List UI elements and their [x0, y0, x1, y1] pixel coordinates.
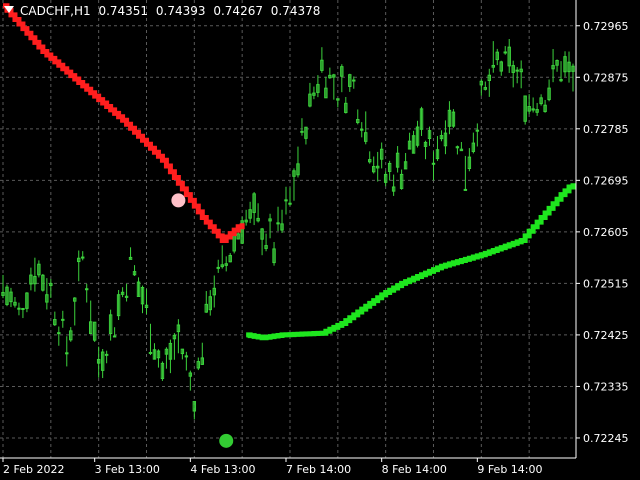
candle-body	[352, 79, 356, 82]
x-tick-label: 2 Feb 2022	[3, 463, 64, 476]
candle-body	[21, 307, 25, 310]
y-tick-label: 0.72605	[583, 226, 629, 239]
chart-background	[0, 0, 640, 480]
symbol-label: CADCHF,H1	[20, 4, 91, 18]
x-tick-label: 8 Feb 14:00	[382, 463, 447, 476]
candle-body	[65, 352, 69, 355]
candle-body	[360, 128, 364, 131]
chart-header: CADCHF,H1 0.74351 0.74393 0.74267 0.7437…	[4, 4, 324, 18]
candle-body	[276, 222, 280, 225]
x-tick-label: 7 Feb 14:00	[286, 463, 351, 476]
chevron-down-icon[interactable]	[4, 6, 14, 13]
candle-body	[503, 51, 507, 54]
candle-body	[104, 353, 109, 356]
buy-signal-dot	[219, 433, 234, 448]
low-price: 0.74267	[213, 4, 263, 18]
candle-body	[148, 351, 153, 354]
candle-body	[300, 130, 304, 133]
y-tick-label: 0.72875	[583, 71, 629, 84]
y-tick-label: 0.72695	[583, 174, 629, 187]
candle-body	[112, 335, 117, 338]
candle-body	[475, 129, 480, 132]
candle-body	[515, 69, 519, 72]
candle-body	[57, 332, 61, 335]
sell-signal-dot	[171, 193, 186, 208]
y-tick-label: 0.72335	[583, 380, 629, 393]
close-price: 0.74378	[270, 4, 321, 18]
y-tick-label: 0.72425	[583, 329, 629, 342]
y-tick-label: 0.72965	[583, 20, 629, 33]
candle-body	[463, 188, 468, 191]
price-chart[interactable]: 0.72965 0.72875 0.72785 0.72695 0.72605 0.725…	[0, 0, 640, 480]
candle-body	[431, 162, 436, 165]
candle-body	[61, 318, 65, 321]
candle-body	[85, 288, 89, 291]
x-tick-label: 9 Feb 14:00	[477, 463, 542, 476]
candle-body	[17, 307, 21, 310]
y-tick-label: 0.72245	[583, 432, 629, 445]
candle-body	[284, 199, 288, 202]
candle-body	[81, 256, 85, 259]
open-price: 0.74351	[98, 4, 149, 18]
x-tick-label: 3 Feb 13:00	[95, 463, 160, 476]
high-price: 0.74393	[155, 4, 206, 18]
candle-body	[184, 355, 189, 358]
y-tick-label: 0.72515	[583, 277, 629, 290]
y-tick-label: 0.72785	[583, 123, 629, 136]
candle-body	[216, 266, 220, 269]
x-tick-label: 4 Feb 13:00	[190, 463, 255, 476]
